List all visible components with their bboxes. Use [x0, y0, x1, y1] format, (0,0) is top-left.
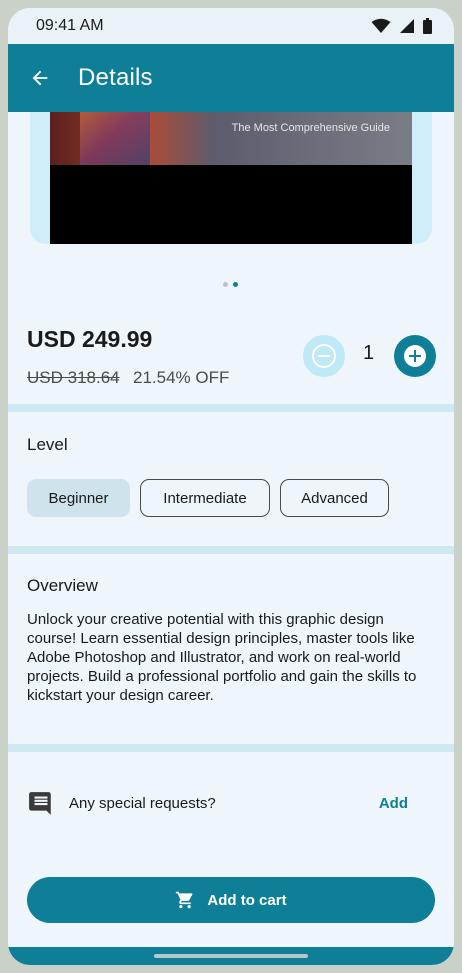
add-special-request-button[interactable]: Add — [379, 795, 408, 812]
add-to-cart-button[interactable]: Add to cart — [27, 877, 435, 923]
cart-icon — [176, 891, 193, 909]
section-divider — [8, 404, 454, 412]
discount-label: 21.54% OFF — [133, 368, 230, 387]
level-chip-group: Beginner Intermediate Advanced — [27, 479, 389, 517]
section-divider — [8, 546, 454, 554]
back-button[interactable] — [28, 66, 52, 90]
screen: 09:41 AM Details The Most Comprehensive … — [8, 8, 454, 965]
overview-title: Overview — [27, 576, 98, 595]
quantity-value: 1 — [363, 342, 375, 364]
arrow-back-icon — [32, 70, 48, 86]
overview-text: Unlock your creative potential with this… — [27, 611, 417, 704]
wifi-icon — [371, 18, 391, 33]
level-chip-intermediate[interactable]: Intermediate — [140, 479, 270, 517]
level-chip-beginner[interactable]: Beginner — [27, 479, 130, 517]
carousel-dot[interactable] — [223, 282, 228, 287]
original-price: USD 318.64 — [27, 368, 120, 387]
special-requests-row: Any special requests? Add — [8, 778, 454, 848]
gesture-handle[interactable] — [154, 954, 308, 958]
signal-icon — [400, 19, 414, 33]
decrease-quantity-button[interactable] — [303, 335, 345, 377]
current-price: USD 249.99 — [27, 326, 153, 352]
increase-quantity-button[interactable] — [394, 335, 436, 377]
app-bar: Details — [8, 44, 454, 112]
section-divider — [8, 744, 454, 752]
plus-circle-icon — [404, 345, 426, 367]
status-bar: 09:41 AM — [8, 8, 454, 44]
special-requests-label: Any special requests? — [69, 795, 216, 812]
status-time: 09:41 AM — [36, 17, 104, 34]
device-frame: 09:41 AM Details The Most Comprehensive … — [0, 0, 462, 973]
level-chip-advanced[interactable]: Advanced — [280, 479, 389, 517]
image-carousel[interactable]: The Most Comprehensive Guide — [30, 112, 432, 244]
add-to-cart-label: Add to cart — [207, 891, 287, 909]
level-title: Level — [27, 435, 68, 454]
minus-circle-icon — [312, 344, 336, 368]
carousel-dot-active[interactable] — [233, 282, 238, 287]
carousel-indicator — [223, 282, 238, 287]
cover-caption: The Most Comprehensive Guide — [231, 122, 390, 134]
course-cover-image: The Most Comprehensive Guide — [50, 112, 412, 244]
page-title: Details — [78, 64, 153, 91]
battery-icon — [423, 18, 432, 34]
comment-icon — [29, 792, 51, 815]
